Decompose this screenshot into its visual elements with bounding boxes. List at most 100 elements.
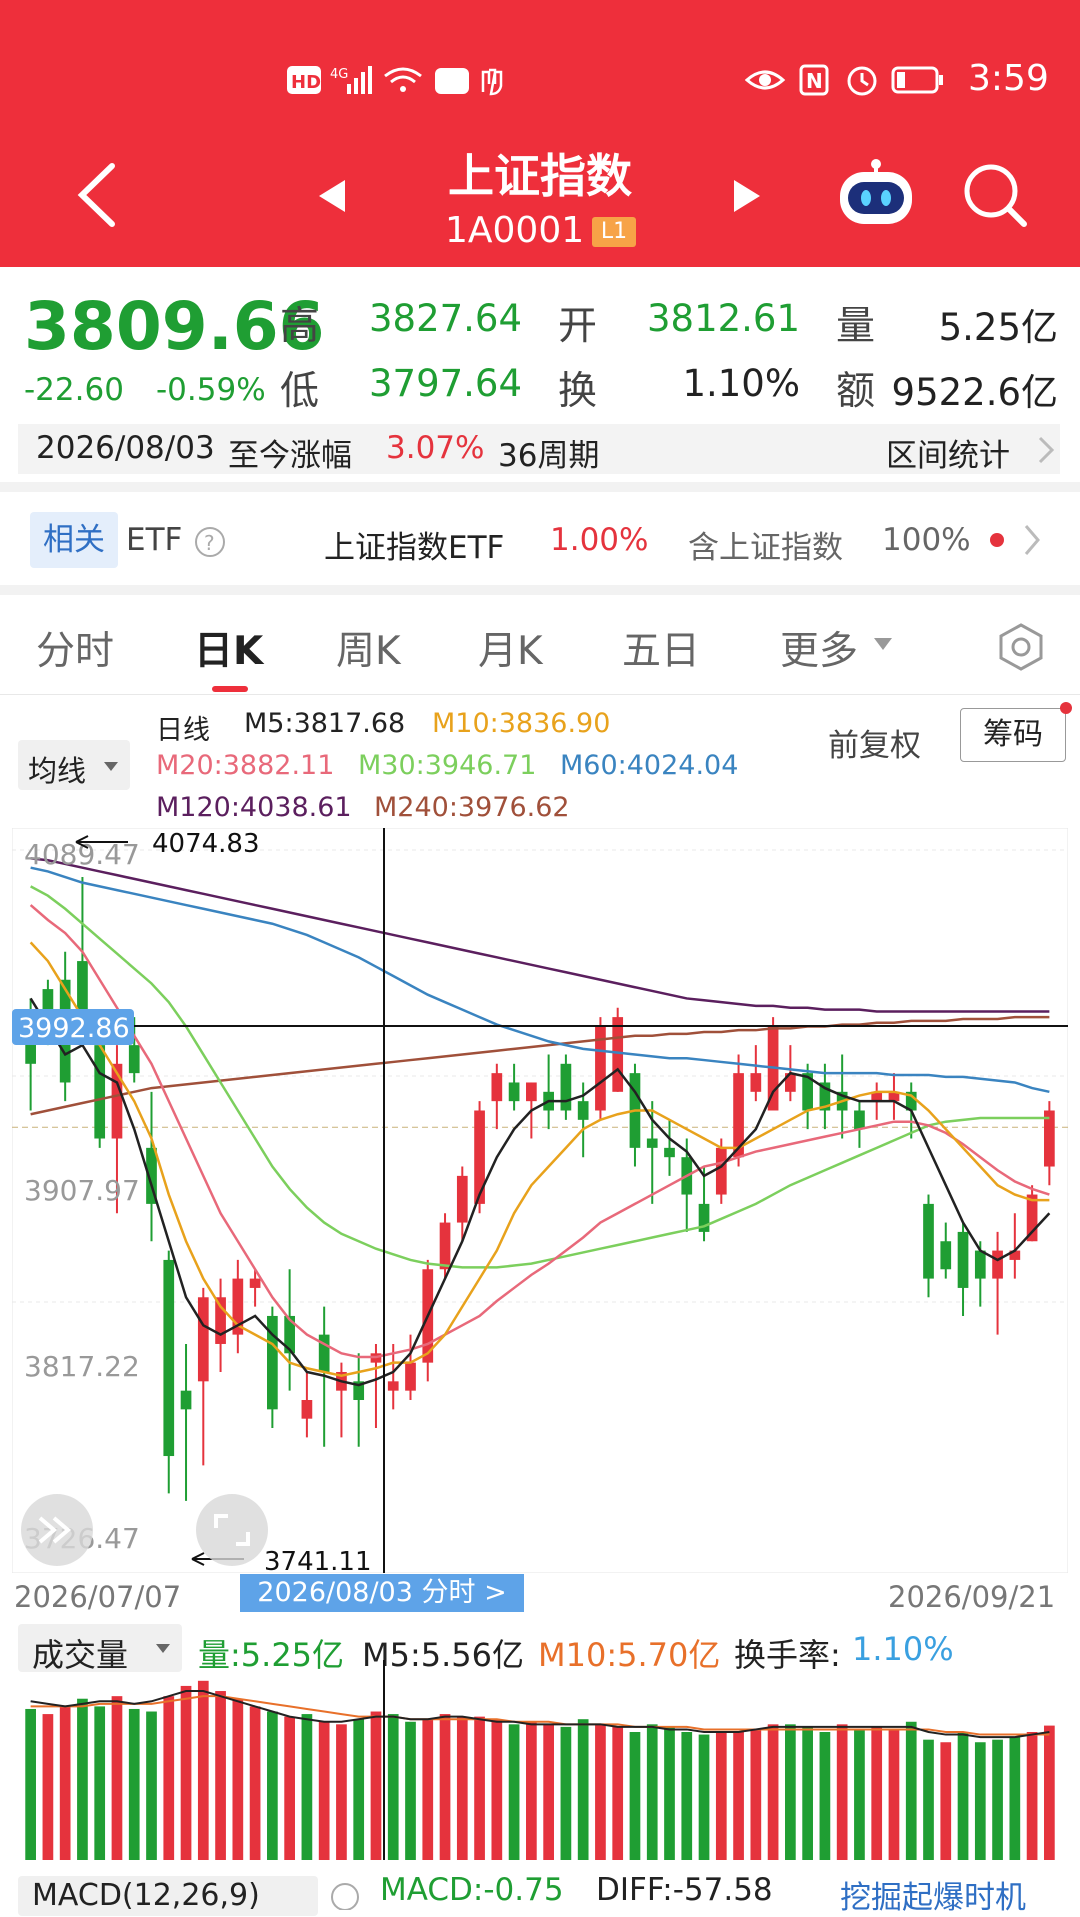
candle-body xyxy=(405,1362,416,1391)
help-icon[interactable]: ? xyxy=(194,526,226,558)
volume-bar xyxy=(992,1739,1003,1860)
tab-five-day[interactable]: 五日 xyxy=(622,620,700,676)
fullscreen-icon[interactable] xyxy=(196,1494,268,1566)
candle-body xyxy=(992,1250,1003,1279)
volume-bar xyxy=(267,1711,278,1860)
candle-body xyxy=(974,1250,986,1279)
divider xyxy=(0,694,1080,695)
volume-bar xyxy=(785,1724,796,1860)
volume-bar xyxy=(405,1721,416,1860)
volume-bar xyxy=(543,1724,554,1860)
volume-bar xyxy=(715,1732,727,1860)
tab-month-k[interactable]: 月K xyxy=(478,620,543,676)
volume-bar xyxy=(854,1729,865,1860)
next-stock-icon[interactable] xyxy=(728,176,764,216)
ma5-value: M5:3817.68 xyxy=(244,708,406,739)
volume-bar xyxy=(664,1726,675,1860)
price-change: -22.60 xyxy=(24,372,124,408)
chevron-right-icon[interactable] xyxy=(1022,522,1042,558)
candle-body xyxy=(94,1045,106,1139)
y-label-low: 3817.22 xyxy=(24,1350,140,1383)
volume-bar xyxy=(646,1724,658,1860)
volume-bar xyxy=(802,1726,813,1860)
volume-bar xyxy=(232,1698,244,1860)
range-text: 至今涨幅 xyxy=(228,438,352,474)
volume-bar xyxy=(888,1729,900,1860)
svg-text:4G: 4G xyxy=(330,67,348,82)
candle-body xyxy=(664,1147,675,1158)
chip-button[interactable]: 筹码 xyxy=(960,708,1066,762)
ma-selector-label: 均线 xyxy=(28,754,87,788)
page-title: 上证指数 xyxy=(448,149,632,203)
volume-bar xyxy=(59,1706,71,1860)
y-label-mid: 3907.97 xyxy=(24,1174,140,1207)
volume-bar xyxy=(750,1729,762,1860)
volume-bar xyxy=(163,1696,175,1860)
volume-bar xyxy=(370,1711,382,1860)
volume-bar xyxy=(25,1708,36,1860)
volume-bar xyxy=(422,1719,434,1860)
selected-date-button[interactable]: 2026/08/03 分时 > xyxy=(240,1574,524,1612)
volume-bar xyxy=(77,1698,88,1860)
tab-day-k[interactable]: 日K xyxy=(194,620,263,676)
candle-body xyxy=(318,1334,330,1372)
volume-bar xyxy=(923,1739,934,1860)
volume-value: 5.25亿 xyxy=(938,306,1058,349)
volume-bar xyxy=(681,1732,693,1860)
range-stat-label[interactable]: 区间统计 xyxy=(886,430,1010,475)
help-icon[interactable] xyxy=(330,1882,360,1910)
diff-value: DIFF:-57.58 xyxy=(596,1872,773,1908)
open-label: 开 xyxy=(558,304,598,349)
ma-selector[interactable]: 均线 xyxy=(18,740,130,790)
range-pct: 3.07% xyxy=(386,430,485,466)
tab-active-indicator xyxy=(212,686,248,692)
macd-selector[interactable]: MACD(12,26,9) xyxy=(18,1876,318,1916)
volume-bar xyxy=(733,1732,744,1860)
range-stat-bar[interactable]: 2026/08/03 至今涨幅 3.07% 36周期 区间统计 xyxy=(18,424,1060,474)
volume-bar xyxy=(111,1696,123,1860)
volume-bar xyxy=(560,1726,572,1860)
holding-label: 含上证指数 xyxy=(688,530,843,566)
volume-bar xyxy=(94,1706,106,1860)
date-end: 2026/09/21 xyxy=(888,1580,1056,1614)
tab-more[interactable]: 更多 xyxy=(780,620,858,676)
volume-bar xyxy=(1009,1737,1021,1860)
volume-bar xyxy=(128,1708,140,1860)
settings-hexagon-icon[interactable] xyxy=(996,622,1046,672)
expand-left-icon[interactable] xyxy=(21,1494,93,1566)
candlestick-chart[interactable]: 4089.47 3907.97 3817.22 3726.47 3992.86 … xyxy=(12,828,1068,1573)
candle-body xyxy=(387,1381,399,1391)
volume-bar xyxy=(957,1732,969,1860)
candle-body xyxy=(750,1073,762,1092)
volume-bar xyxy=(508,1724,520,1860)
volume-bar xyxy=(318,1721,330,1860)
candle-body xyxy=(128,1045,140,1074)
volume-bars-layer xyxy=(25,1680,1055,1860)
volume-bar xyxy=(474,1716,485,1860)
svg-text:?: ? xyxy=(204,531,215,555)
related-fund-name[interactable]: 上证指数ETF xyxy=(324,522,504,567)
volume-bar xyxy=(577,1719,589,1860)
candle-body xyxy=(940,1241,952,1270)
volume-chart[interactable] xyxy=(12,1660,1068,1860)
turnover-value: 1.10% xyxy=(682,362,800,405)
ma120-value: M120:4038.61 xyxy=(156,792,352,823)
amount-value: 9522.6亿 xyxy=(891,371,1058,414)
ma-line-label: 日线 xyxy=(156,715,210,746)
notify-dot xyxy=(1060,702,1072,714)
range-period: 36周期 xyxy=(498,438,600,474)
robot-assistant-icon[interactable] xyxy=(836,158,916,230)
search-icon[interactable] xyxy=(962,162,1028,228)
candle-body xyxy=(526,1082,537,1102)
chevron-right-icon xyxy=(1038,436,1055,464)
app-header: HD 4G N 3:59 上证指数 1A0001 L1 xyxy=(0,0,1080,267)
fuquan-button[interactable]: 前复权 xyxy=(828,720,921,765)
high-label: 高 xyxy=(280,304,320,349)
candle-body xyxy=(301,1400,313,1419)
tab-fenshi[interactable]: 分时 xyxy=(36,620,114,676)
candle-body xyxy=(612,1017,624,1092)
tab-week-k[interactable]: 周K xyxy=(336,620,401,676)
macd-action-link[interactable]: 挖掘起爆时机 xyxy=(840,1872,1026,1917)
svg-text:HD: HD xyxy=(291,72,321,93)
high-value: 3827.64 xyxy=(368,297,522,340)
